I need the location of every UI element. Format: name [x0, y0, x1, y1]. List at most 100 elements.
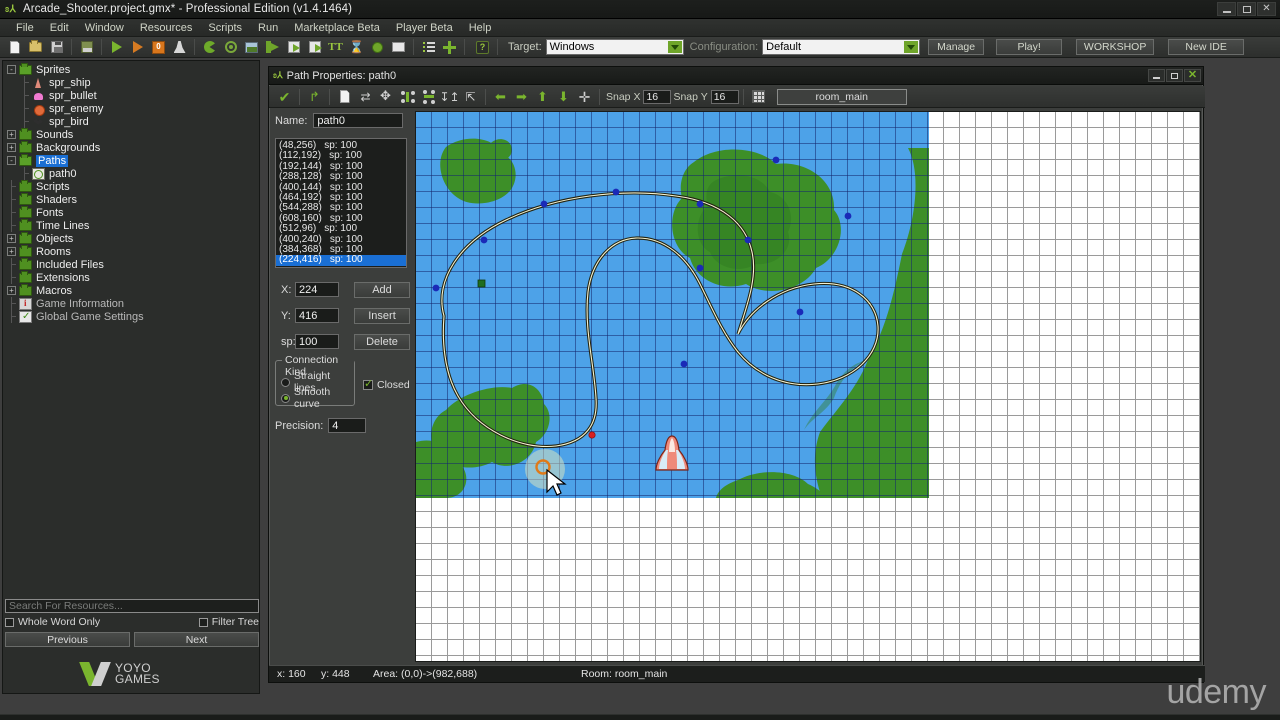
tree-expander[interactable]: - — [7, 156, 16, 165]
next-button[interactable]: Next — [134, 632, 259, 647]
tree-expander[interactable]: - — [7, 65, 16, 74]
menu-resources[interactable]: Resources — [132, 20, 201, 36]
tree-item-paths[interactable]: - Paths — [3, 153, 259, 167]
y-input[interactable]: 416 — [295, 308, 339, 323]
tree-item-spr-bullet[interactable]: spr_bullet — [3, 89, 259, 102]
menu-scripts[interactable]: Scripts — [200, 20, 250, 36]
tree-item-spr-enemy[interactable]: spr_enemy — [3, 102, 259, 116]
tree-item-fonts[interactable]: Fonts — [3, 205, 259, 219]
tree-expander[interactable]: + — [7, 247, 16, 256]
clear-points-icon[interactable] — [335, 87, 354, 106]
run-debug-icon[interactable] — [128, 38, 147, 57]
move-right-icon[interactable]: ➡ — [512, 87, 531, 106]
target-dropdown[interactable]: Windows — [545, 39, 684, 55]
run-icon[interactable] — [107, 38, 126, 57]
smooth-curve-radio[interactable] — [281, 393, 290, 403]
path-window-title-bar[interactable]: ʚ⅄ Path Properties: path0 ✕ — [269, 67, 1203, 85]
points-list[interactable]: (48,256) sp: 100 (112,192) sp: 100 (192,144)… — [275, 138, 407, 268]
save-all-icon[interactable] — [77, 38, 96, 57]
path-close-button[interactable]: ✕ — [1184, 69, 1201, 82]
tree-item-time-lines[interactable]: Time Lines — [3, 218, 259, 232]
clean-icon[interactable] — [170, 38, 189, 57]
add-resource-icon[interactable] — [440, 38, 459, 57]
tree-item-objects[interactable]: + Objects — [3, 231, 259, 245]
tree-item-global-game-settings[interactable]: Global Game Settings — [3, 310, 259, 323]
x-input[interactable]: 224 — [295, 282, 339, 297]
tree-item-shaders[interactable]: Shaders — [3, 192, 259, 206]
workshop-button[interactable]: WORKSHOP — [1076, 39, 1155, 55]
path-icon[interactable] — [263, 38, 282, 57]
tree-item-extensions[interactable]: Extensions — [3, 270, 259, 284]
room-background-button[interactable]: room_main — [776, 88, 907, 105]
rotate-icon[interactable]: ↧↥ — [439, 87, 459, 106]
play-button[interactable]: Play! — [996, 39, 1063, 55]
tree-item-path0[interactable]: path0 — [3, 167, 259, 180]
manage-button[interactable]: Manage — [928, 39, 985, 55]
help-icon[interactable]: ? — [473, 38, 492, 57]
previous-button[interactable]: Previous — [5, 632, 130, 647]
menu-file[interactable]: File — [8, 20, 42, 36]
save-icon[interactable] — [47, 38, 66, 57]
scale-icon[interactable]: ⇱ — [461, 87, 480, 106]
room-icon[interactable] — [389, 38, 408, 57]
object-icon[interactable] — [368, 38, 387, 57]
center-icon[interactable]: ✛ — [575, 87, 594, 106]
precision-input[interactable]: 4 — [328, 418, 367, 433]
add-button[interactable]: Add — [354, 282, 410, 298]
minimize-button[interactable] — [1217, 2, 1236, 16]
close-button[interactable]: ✕ — [1257, 2, 1276, 16]
shader-icon[interactable] — [305, 38, 324, 57]
timeline-icon[interactable]: ⌛ — [347, 38, 366, 57]
name-input[interactable]: path0 — [313, 113, 404, 128]
search-input[interactable]: Search For Resources... — [5, 599, 259, 613]
menu-marketplace-beta[interactable]: Marketplace Beta — [286, 20, 388, 36]
tree-item-spr-bird[interactable]: spr_bird — [3, 115, 259, 128]
tree-expander[interactable]: + — [7, 130, 16, 139]
move-down-icon[interactable]: ⬇ — [554, 87, 573, 106]
path-maximize-button[interactable] — [1166, 69, 1183, 82]
tree-item-game-information[interactable]: Game Information — [3, 297, 259, 310]
tree-expander[interactable]: + — [7, 234, 16, 243]
menu-help[interactable]: Help — [461, 20, 500, 36]
new-icon[interactable] — [5, 38, 24, 57]
whole-word-checkbox[interactable] — [5, 617, 14, 627]
tree-expander[interactable]: + — [7, 286, 16, 295]
debug-icon[interactable]: 0 — [149, 38, 168, 57]
script-icon[interactable] — [284, 38, 303, 57]
undo-icon[interactable]: ↰ — [305, 87, 324, 106]
path-minimize-button[interactable] — [1148, 69, 1165, 82]
resource-tree-icon[interactable] — [419, 38, 438, 57]
sp-input[interactable]: 100 — [295, 334, 339, 349]
menu-window[interactable]: Window — [77, 20, 132, 36]
tree-expander[interactable]: + — [7, 143, 16, 152]
insert-button[interactable]: Insert — [354, 308, 410, 324]
snap-x-input[interactable]: 16 — [643, 89, 672, 104]
flip-vertical-icon[interactable] — [419, 87, 438, 106]
snap-y-input[interactable]: 16 — [710, 89, 739, 104]
tree-item-scripts[interactable]: Scripts — [3, 179, 259, 193]
open-icon[interactable] — [26, 38, 45, 57]
shift-path-icon[interactable] — [377, 87, 396, 106]
move-left-icon[interactable]: ⬅ — [491, 87, 510, 106]
tree-item-included-files[interactable]: Included Files — [3, 257, 259, 271]
checkmark-icon[interactable]: ✔ — [275, 87, 294, 106]
menu-player-beta[interactable]: Player Beta — [388, 20, 461, 36]
toggle-grid-icon[interactable] — [749, 87, 768, 106]
tree-item-backgrounds[interactable]: + Backgrounds — [3, 140, 259, 154]
background-icon[interactable] — [242, 38, 261, 57]
delete-button[interactable]: Delete — [354, 334, 410, 350]
menu-run[interactable]: Run — [250, 20, 286, 36]
configuration-dropdown[interactable]: Default — [762, 39, 921, 55]
tree-item-sounds[interactable]: + Sounds — [3, 127, 259, 141]
tree-item-macros[interactable]: + Macros — [3, 283, 259, 297]
sound-icon[interactable] — [221, 38, 240, 57]
reverse-path-icon[interactable]: ⇄ — [356, 87, 375, 106]
resource-tree[interactable]: - Sprites spr_ship spr_bullet spr_enemy spr_b… — [3, 63, 259, 635]
tree-item-sprites[interactable]: - Sprites — [3, 63, 259, 76]
move-up-icon[interactable]: ⬆ — [533, 87, 552, 106]
sprite-icon[interactable] — [200, 38, 219, 57]
filter-tree-checkbox[interactable] — [198, 617, 208, 627]
new-ide-button[interactable]: New IDE — [1168, 39, 1245, 55]
menu-edit[interactable]: Edit — [42, 20, 77, 36]
path-canvas[interactable] — [415, 111, 1201, 662]
